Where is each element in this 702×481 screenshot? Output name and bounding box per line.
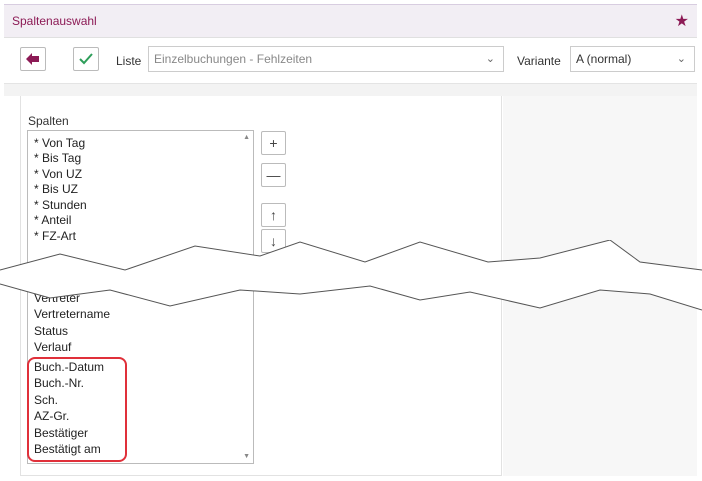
move-up-button[interactable]: ↑ — [261, 203, 286, 227]
plus-icon: + — [269, 135, 278, 151]
confirm-button[interactable] — [73, 47, 99, 71]
liste-select-value: Einzelbuchungen - Fehlzeiten — [154, 52, 313, 66]
scroll-down-icon[interactable]: ▼ — [243, 453, 250, 460]
columns-label: Spalten — [28, 114, 69, 128]
back-button[interactable] — [20, 47, 46, 71]
list-item[interactable]: Status — [34, 324, 68, 338]
add-column-button[interactable]: + — [261, 131, 286, 155]
chevron-down-icon: ⌄ — [676, 53, 686, 65]
list-item[interactable]: Verlauf — [34, 340, 71, 354]
checkmark-icon — [79, 53, 93, 65]
title-bar: Spaltenauswahl ★ — [4, 4, 697, 37]
toolbar-bottom-band — [4, 83, 697, 96]
window-title: Spaltenauswahl — [12, 14, 97, 28]
list-item[interactable]: * Von Tag — [34, 136, 85, 150]
arrow-left-icon — [26, 53, 39, 65]
list-item[interactable]: * Von UZ — [34, 167, 82, 181]
divider — [4, 37, 697, 38]
liste-select[interactable]: Einzelbuchungen - Fehlzeiten ⌄ — [148, 46, 504, 72]
torn-page-divider — [0, 240, 702, 311]
variante-select-value: A (normal) — [576, 52, 632, 66]
list-item[interactable]: * Stunden — [34, 198, 87, 212]
list-item[interactable]: * Anteil — [34, 213, 71, 227]
chevron-down-icon: ⌄ — [485, 53, 495, 65]
scroll-up-icon[interactable]: ▲ — [243, 134, 250, 141]
list-item[interactable]: * Bis Tag — [34, 151, 81, 165]
arrow-up-icon: ↑ — [270, 207, 277, 223]
variante-select[interactable]: A (normal) ⌄ — [570, 46, 695, 72]
variante-label: Variante — [517, 54, 561, 68]
liste-label: Liste — [116, 54, 142, 68]
list-item[interactable]: * Bis UZ — [34, 182, 78, 196]
highlight-frame — [27, 357, 127, 462]
favorite-star-icon[interactable]: ★ — [675, 11, 689, 31]
remove-column-button[interactable]: — — [261, 163, 286, 187]
minus-icon: — — [266, 167, 281, 183]
